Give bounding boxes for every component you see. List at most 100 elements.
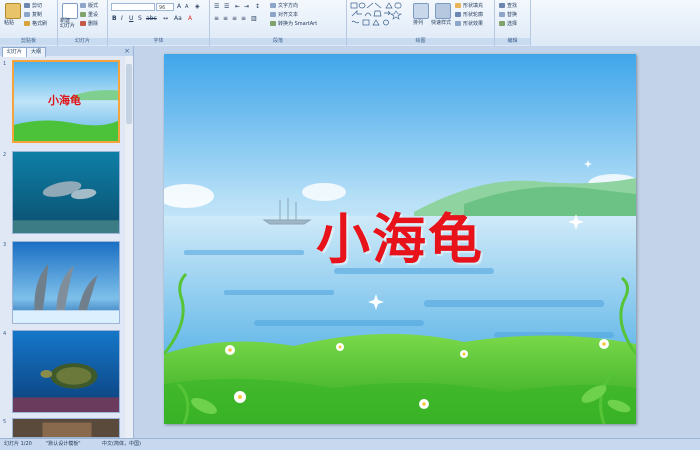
smartart-label: 转换为 SmartArt (278, 21, 318, 27)
increase-indent-icon[interactable]: ⇥ (244, 3, 249, 10)
thumbnail-slide-4[interactable] (12, 330, 120, 413)
shape-fill-button[interactable]: 形状填充 (455, 2, 483, 9)
strikethrough-icon[interactable]: abc (146, 15, 157, 22)
layout-button[interactable]: 版式 (80, 2, 98, 9)
close-pane-icon[interactable]: × (124, 47, 130, 55)
thumbnail-slide-3[interactable] (12, 241, 120, 324)
outline-icon (455, 12, 461, 17)
new-slide-icon[interactable] (62, 3, 78, 19)
align-text-label: 对齐文本 (278, 12, 299, 18)
align-text-icon (270, 12, 276, 17)
arrange-button[interactable]: 排列 (413, 19, 423, 26)
align-text-button[interactable]: 对齐文本 (270, 11, 298, 18)
quick-styles-button[interactable]: 快速样式 (431, 19, 451, 26)
justify-icon[interactable]: ≡ (241, 15, 246, 22)
copy-icon (24, 12, 30, 17)
sea-turtle-image (13, 331, 119, 412)
dolphins-jumping-image (13, 242, 119, 323)
thumb-number: 3 (3, 242, 7, 248)
cut-button[interactable]: 剪切 (24, 2, 42, 9)
shadow-icon[interactable]: S (138, 15, 142, 22)
tab-outline[interactable]: 大纲 (26, 47, 47, 57)
change-case-icon[interactable]: Aa (174, 15, 182, 22)
font-size-field[interactable]: 96 (156, 3, 174, 11)
cut-label: 剪切 (32, 3, 43, 9)
slide-editing-area: 小海龟 (134, 46, 700, 438)
slide-thumbnail-pane: 幻灯片 大纲 × 1 小海龟 2 3 4 5 (0, 46, 134, 438)
grow-font-icon[interactable]: A (177, 3, 181, 10)
underline-icon[interactable]: U (129, 15, 133, 22)
current-slide[interactable]: 小海龟 (164, 54, 636, 424)
shape-fill-label: 形状填充 (463, 3, 484, 9)
clipboard-group-label: 剪贴板 (0, 38, 57, 45)
find-button[interactable]: 查找 (499, 2, 517, 9)
thumbnail-slide-2[interactable] (12, 151, 120, 234)
align-right-icon[interactable]: ≡ (232, 15, 237, 22)
delete-button[interactable]: 删除 (80, 20, 98, 27)
text-direction-label: 文字方向 (278, 3, 299, 9)
font-name-field[interactable] (111, 3, 155, 11)
thumbnail-slide-5[interactable] (12, 418, 120, 438)
numbering-icon[interactable]: ☰ (224, 3, 229, 10)
find-label: 查找 (507, 3, 518, 9)
thumb-number: 5 (3, 419, 7, 425)
status-bar: 幻灯片 1/20 "默认设计模板" 中文(简体，中国) (0, 438, 700, 450)
editing-group-label: 编辑 (495, 38, 530, 45)
scissors-icon (24, 3, 30, 8)
slide-count-status: 幻灯片 1/20 (4, 441, 32, 447)
ribbon: 粘贴 剪切 复制 格式刷 剪贴板 新建 幻灯片 版式 重设 删除 幻灯片 96 … (0, 0, 700, 47)
select-icon (499, 21, 505, 26)
thumb-number: 2 (3, 152, 7, 158)
text-direction-icon (270, 3, 276, 8)
replace-label: 替换 (507, 12, 518, 18)
decrease-indent-icon[interactable]: ⇤ (235, 3, 240, 10)
bold-icon[interactable]: B (112, 15, 117, 22)
select-button[interactable]: 选择 (499, 20, 517, 27)
shapes-icon (350, 2, 402, 26)
copy-button[interactable]: 复制 (24, 11, 42, 18)
new-slide-button[interactable]: 新建 幻灯片 (60, 19, 75, 29)
format-painter-label: 格式刷 (32, 21, 48, 27)
bullets-icon[interactable]: ☰ (214, 3, 219, 10)
line-spacing-icon[interactable]: ↕ (255, 3, 260, 10)
paste-icon[interactable] (5, 3, 21, 19)
arrange-icon[interactable] (413, 3, 429, 19)
format-painter-button[interactable]: 格式刷 (24, 20, 47, 27)
thumb-number: 1 (3, 61, 7, 67)
shrink-font-icon[interactable]: A (185, 4, 188, 10)
reset-button[interactable]: 重设 (80, 11, 98, 18)
shape-effects-button[interactable]: 形状效果 (455, 20, 483, 27)
pane-scrollbar[interactable] (125, 56, 133, 438)
shape-outline-button[interactable]: 形状轮廓 (455, 11, 483, 18)
font-color-icon[interactable]: A (188, 15, 192, 22)
reset-icon (80, 12, 86, 17)
quick-styles-icon[interactable] (435, 3, 451, 19)
effects-icon (455, 21, 461, 26)
char-spacing-icon[interactable]: ↔ (163, 15, 168, 22)
select-label: 选择 (507, 21, 518, 27)
italic-icon[interactable]: I (121, 15, 123, 22)
slide-title[interactable]: 小海龟 (164, 195, 636, 274)
layout-icon (80, 3, 86, 8)
paste-button[interactable]: 粘贴 (4, 19, 14, 26)
replace-button[interactable]: 替换 (499, 11, 517, 18)
align-center-icon[interactable]: ≡ (223, 15, 228, 22)
clear-format-icon[interactable]: ◈ (195, 3, 200, 10)
reset-label: 重设 (88, 12, 99, 18)
columns-icon[interactable]: ▥ (251, 15, 257, 22)
font-group-label: 字体 (108, 38, 209, 45)
shape-effects-label: 形状效果 (463, 21, 484, 27)
drawing-group: 排列 快速样式 形状填充 形状轮廓 形状效果 绘图 (347, 0, 495, 46)
tab-slides[interactable]: 幻灯片 (2, 47, 28, 57)
scrollbar-thumb[interactable] (126, 64, 132, 124)
shapes-gallery[interactable] (350, 2, 408, 26)
editing-group: 查找 替换 选择 编辑 (495, 0, 531, 46)
language-status[interactable]: 中文(简体，中国) (102, 439, 141, 450)
align-left-icon[interactable]: ≡ (214, 15, 219, 22)
thumb-title: 小海龟 (48, 94, 81, 107)
text-direction-button[interactable]: 文字方向 (270, 2, 298, 9)
slides-group: 新建 幻灯片 版式 重设 删除 幻灯片 (58, 0, 108, 46)
thumbnail-slide-1[interactable]: 小海龟 (12, 60, 120, 143)
slides-group-label: 幻灯片 (58, 38, 107, 45)
smartart-button[interactable]: 转换为 SmartArt (270, 20, 317, 27)
